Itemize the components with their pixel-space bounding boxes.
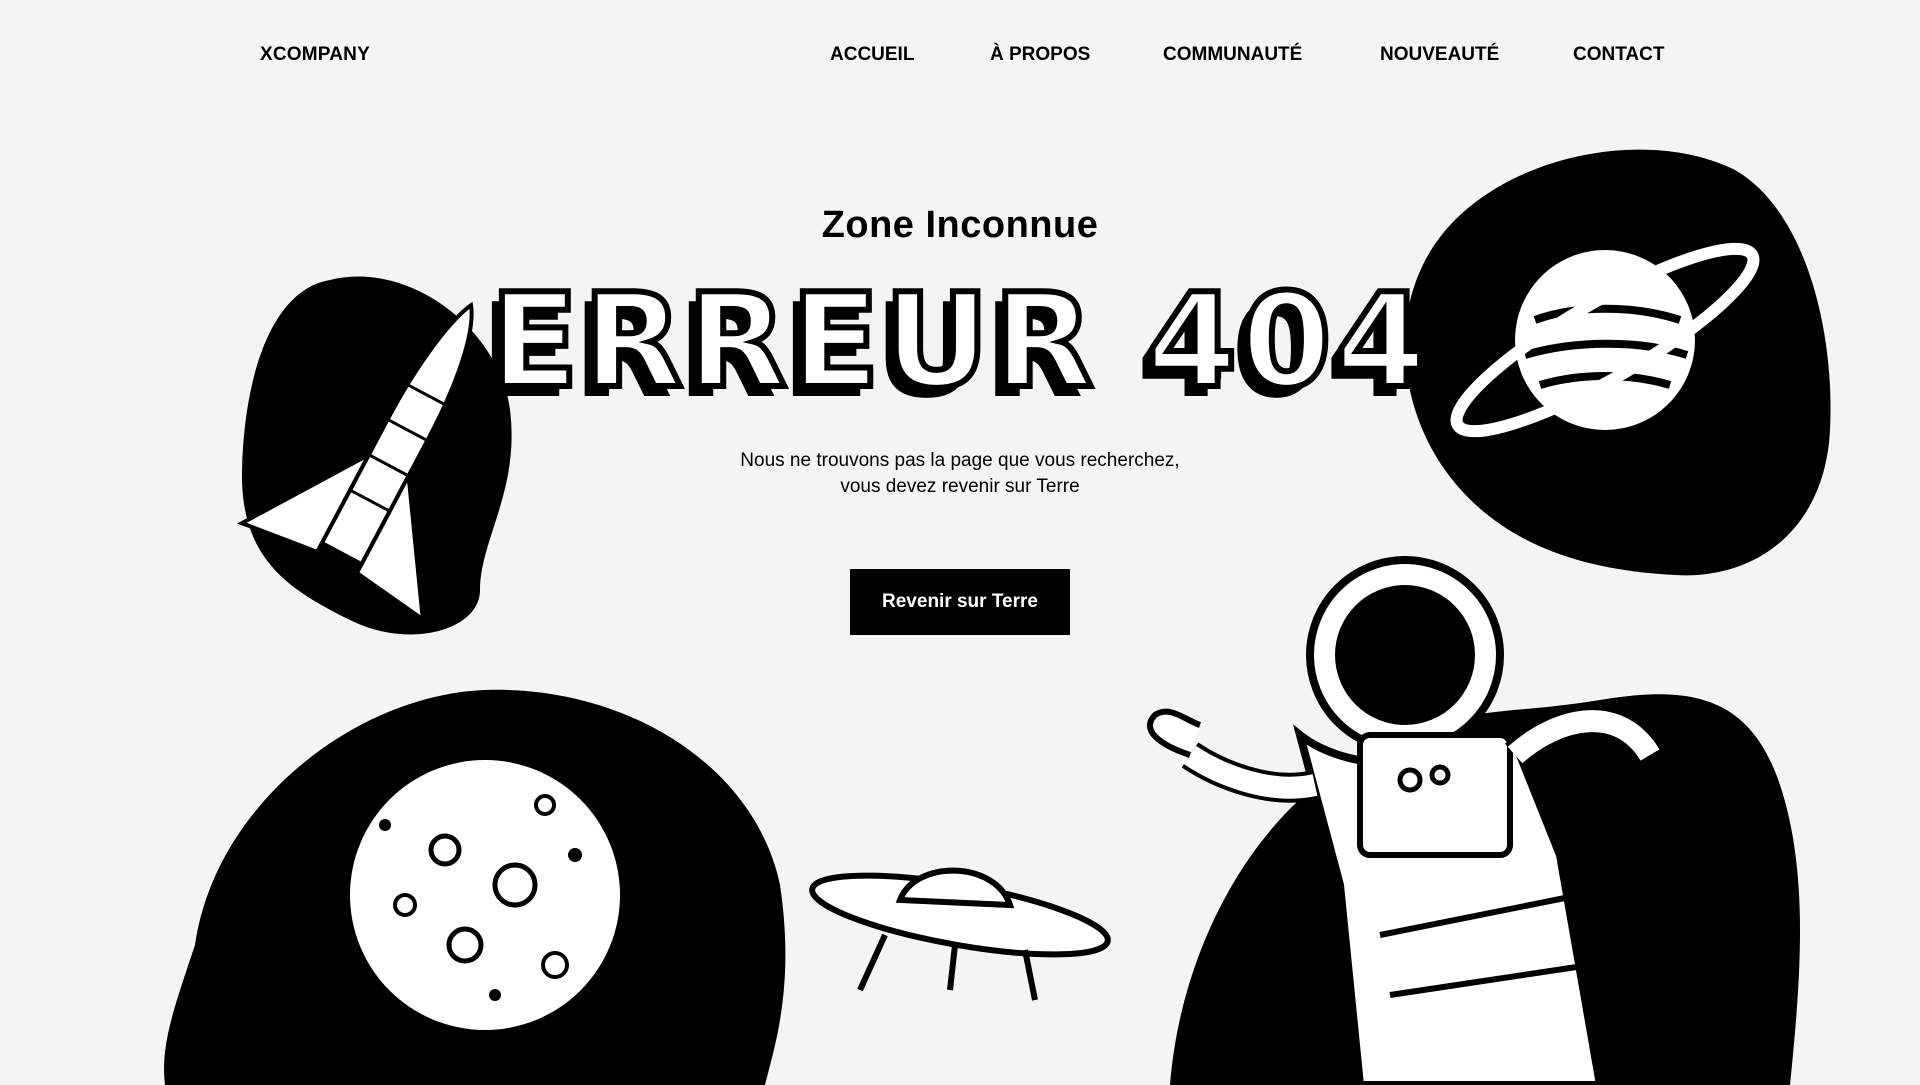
nav-a-propos[interactable]: À PROPOS (990, 44, 1090, 66)
astronaut-icon (1146, 556, 1800, 1085)
description-line-2: vous devez revenir sur Terre (840, 476, 1080, 497)
error-description: Nous ne trouvons pas la page que vous re… (0, 448, 1920, 500)
back-to-earth-button[interactable]: Revenir sur Terre (850, 569, 1070, 635)
ufo-icon (809, 867, 1111, 1001)
nav-nouveaute[interactable]: NOUVEAUTÉ (1380, 44, 1499, 66)
main-nav: ACCUEIL À PROPOS COMMUNAUTÉ NOUVEAUTÉ CO… (0, 44, 1920, 68)
description-line-1: Nous ne trouvons pas la page que vous re… (740, 450, 1180, 471)
page-title: ERREUR 404 (487, 265, 1431, 417)
moon-icon (164, 689, 786, 1085)
page-subtitle: Zone Inconnue (821, 204, 1099, 246)
nav-communaute[interactable]: COMMUNAUTÉ (1163, 44, 1302, 66)
nav-accueil[interactable]: ACCUEIL (830, 44, 914, 66)
nav-contact[interactable]: CONTACT (1573, 44, 1664, 66)
